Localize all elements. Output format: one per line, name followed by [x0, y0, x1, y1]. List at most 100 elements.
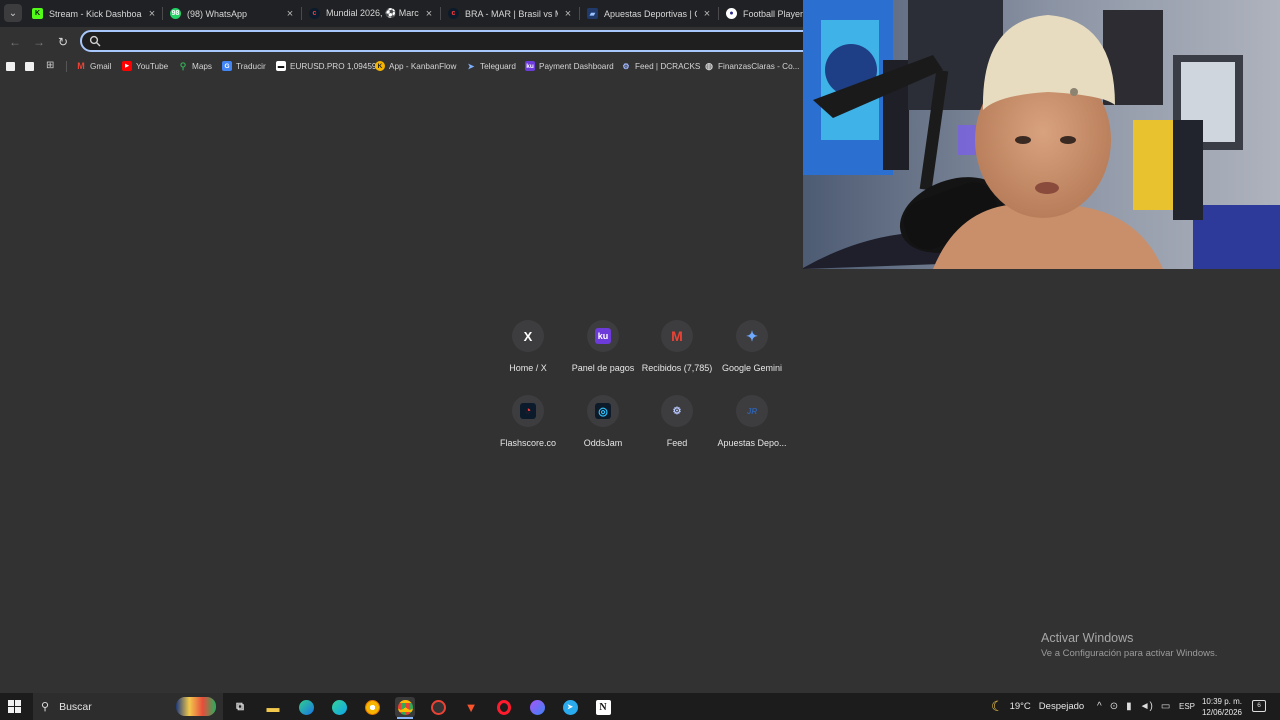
bookmark-blank-2[interactable]: [25, 62, 34, 71]
bookmark-gmail[interactable]: M Gmail: [76, 59, 111, 73]
shortcut-flashscore[interactable]: ◔ Flashscore.co: [490, 395, 566, 465]
bookmark-label: Payment Dashboard: [539, 61, 614, 71]
bookmark-youtube[interactable]: ▶ YouTube: [122, 59, 168, 73]
bookmark-blank-1[interactable]: [6, 62, 15, 71]
shortcut-apuestas-deportivas[interactable]: JR Apuestas Depo...: [714, 395, 790, 465]
teleguard-icon: ➤: [467, 61, 475, 71]
tab-whatsapp[interactable]: 98 (98) WhatsApp ×: [170, 3, 296, 24]
shortcut-tile: ✦: [736, 320, 768, 352]
bookmark-traducir[interactable]: G Traducir: [222, 59, 266, 73]
telegram-icon[interactable]: ➤: [560, 697, 580, 717]
activate-subtitle: Ve a Configuración para activar Windows.: [1041, 648, 1218, 659]
messenger-icon[interactable]: [527, 697, 547, 717]
taskbar-search-label: Buscar: [59, 700, 92, 713]
close-icon[interactable]: ×: [146, 8, 158, 20]
bookmark-finanzasclaras[interactable]: ◍ FinanzasClaras - Co...: [704, 59, 799, 73]
edge-logo: [298, 699, 314, 715]
shortcut-feed[interactable]: ⚙ Feed: [639, 395, 715, 465]
shortcut-home-x[interactable]: X Home / X: [490, 320, 566, 390]
maps-icon: ⚲: [179, 60, 187, 71]
bookmark-label: App - KanbanFlow: [389, 61, 457, 71]
moon-icon: ☾: [991, 698, 1004, 714]
bookmark-dcracks[interactable]: ⚙ Feed | DCRACKS: [621, 59, 700, 73]
shortcut-recibidos[interactable]: M Recibidos (7,785): [639, 320, 715, 390]
windows-start-icon[interactable]: [8, 700, 22, 714]
camera-icon[interactable]: ⊙: [1110, 701, 1118, 712]
tab-apuestas-deportivas[interactable]: ▰ Apuestas Deportivas | Ca ×: [587, 3, 713, 24]
shortcut-label: Flashscore.co: [499, 438, 557, 448]
tab-search-button[interactable]: ⌄: [4, 4, 22, 22]
forward-button[interactable]: →: [30, 33, 48, 51]
back-button[interactable]: ←: [6, 33, 24, 51]
edge-icon[interactable]: [296, 697, 316, 717]
start-quad: [15, 707, 21, 713]
notification-icon[interactable]: 6: [1252, 700, 1266, 712]
close-icon[interactable]: ×: [562, 8, 574, 20]
shortcut-oddsjam[interactable]: ◎ OddsJam: [565, 395, 641, 465]
chevron-up-icon[interactable]: ^: [1097, 701, 1102, 712]
language-indicator[interactable]: ESP: [1179, 693, 1195, 720]
bookmark-label: Maps: [192, 61, 213, 71]
brave-icon[interactable]: ▼: [461, 697, 481, 717]
weather-widget[interactable]: ☾ 19°C Despejado: [991, 693, 1084, 720]
bookmark-eurusd[interactable]: ▬ EURUSD.PRO 1,09459: [276, 59, 376, 73]
reload-button[interactable]: ↻: [54, 33, 72, 51]
football-icon: ●: [726, 8, 737, 19]
shortcut-tile: JR: [736, 395, 768, 427]
chrome-profile-icon[interactable]: [428, 697, 448, 717]
chrome-canary-icon[interactable]: [362, 697, 382, 717]
arrow-left-icon: ←: [9, 35, 21, 49]
whatsapp-icon: 98: [170, 8, 181, 19]
bookmark-maps[interactable]: ⚲ Maps: [178, 59, 212, 73]
flashscore-icon: ◔: [520, 403, 536, 419]
tab-divider: [162, 7, 163, 20]
tab-mundial-2026[interactable]: c Mundial 2026, ⚽ Marcad ×: [309, 3, 435, 24]
youtube-icon: ▶: [122, 61, 132, 71]
opera-logo: [497, 699, 511, 715]
bookmark-kanbanflow[interactable]: K App - KanbanFlow: [375, 59, 456, 73]
activate-title: Activar Windows: [1041, 631, 1134, 645]
kanban-icon: K: [375, 61, 385, 71]
notification-count: 6: [1257, 702, 1261, 709]
weather-text: Despejado: [1038, 701, 1085, 712]
start-quad: [15, 700, 21, 706]
bookmark-label: EURUSD.PRO 1,09459: [290, 61, 377, 71]
close-icon[interactable]: ×: [423, 8, 435, 20]
microphone-icon[interactable]: ▮: [1126, 701, 1132, 712]
task-view-icon[interactable]: ⧉: [230, 697, 250, 717]
tab-kick-dashboard[interactable]: K Stream - Kick Dashboard ×: [32, 3, 158, 24]
gmail-icon: M: [77, 61, 85, 71]
notion-icon[interactable]: N: [593, 697, 613, 717]
close-icon[interactable]: ×: [701, 8, 713, 20]
opera-icon[interactable]: [494, 697, 514, 717]
profile-logo: [430, 699, 446, 715]
ku-icon: ku: [595, 328, 611, 344]
bookmark-teleguard[interactable]: ➤ Teleguard: [466, 59, 516, 73]
gemini-icon: ✦: [746, 327, 758, 344]
edge-dev-icon[interactable]: [329, 697, 349, 717]
omnibox[interactable]: [80, 30, 820, 52]
close-icon[interactable]: ×: [284, 8, 296, 20]
tray-icons: ^ ⊙ ▮ ◄) ▭: [1097, 693, 1178, 720]
shortcut-google-gemini[interactable]: ✦ Google Gemini: [714, 320, 790, 390]
taskbar-search[interactable]: ⚲ Buscar: [33, 693, 223, 720]
shortcut-tile: ⚙: [661, 395, 693, 427]
taskbar: ⚲ Buscar ⧉ ▬ ▼ ➤ N ☾ 19°C Despejado ^ ⊙ …: [0, 693, 1280, 720]
shortcut-tile: M: [661, 320, 693, 352]
search-icon: ⚲: [41, 701, 50, 713]
volume-icon[interactable]: ◄): [1140, 701, 1153, 712]
sportsbook-icon: JR: [746, 406, 758, 416]
file-explorer-icon[interactable]: ▬: [263, 697, 283, 717]
tab-title: Mundial 2026, ⚽ Marcad: [326, 8, 419, 18]
address-input[interactable]: [106, 34, 806, 48]
system-clock[interactable]: 10:39 p. m. 12/06/2026: [1199, 696, 1245, 718]
bookmark-payment-dashboard[interactable]: ku Payment Dashboard: [525, 59, 614, 73]
chrome-icon[interactable]: [395, 697, 415, 717]
network-icon[interactable]: ▭: [1161, 701, 1170, 712]
tab-football-player[interactable]: ● Football Player St: [726, 3, 803, 24]
shortcut-panel-de-pagos[interactable]: ku Panel de pagos: [565, 320, 641, 390]
chart-icon: ▬: [276, 61, 286, 71]
apps-grid-icon[interactable]: ⊞: [46, 61, 56, 71]
tab-title: Apuestas Deportivas | Ca: [604, 8, 697, 19]
tab-bra-mar[interactable]: c BRA - MAR | Brasil vs Mar ×: [448, 3, 574, 24]
